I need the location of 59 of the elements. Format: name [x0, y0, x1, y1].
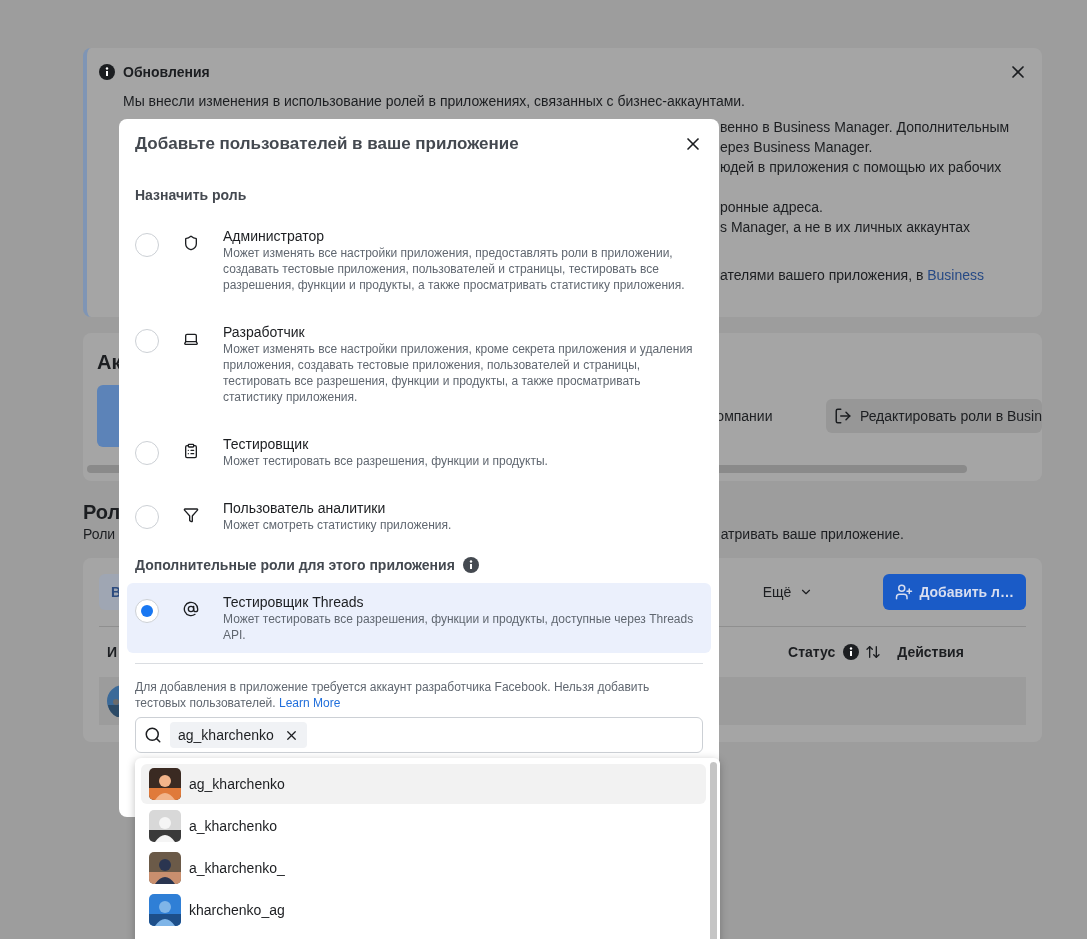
suggestion-item[interactable]: a_kharchenko_ — [141, 848, 706, 888]
section-heading: Рол — [83, 501, 121, 524]
role-description: Может тестировать все разрешения, функции и продукты. — [223, 453, 549, 469]
column-header[interactable]: Статус — [788, 644, 836, 660]
suggestion-item[interactable]: ag_kharchenko — [141, 764, 706, 804]
note-text: Для добавления в приложение требуется аккаунт разработчика Facebook. Нельзя добавить тестовых пользователей. Learn More — [135, 679, 651, 711]
role-title: Разработчик — [223, 323, 306, 341]
radio-button[interactable] — [135, 505, 159, 529]
role-title: Администратор — [223, 227, 325, 245]
info-icon — [462, 557, 479, 573]
roles-description: атривать ваше приложение. — [720, 526, 904, 542]
dialog-title: Добавьте пользователей в ваше приложение — [135, 134, 519, 154]
filter-icon — [183, 507, 199, 523]
role-description: Может смотреть статистику приложения. — [223, 517, 453, 533]
roles-description: Роли — [83, 526, 116, 542]
edit-roles-button[interactable]: Редактировать роли в Busin — [825, 399, 1042, 433]
update-text: юдей в приложения с помощью их рабочих — [720, 158, 1003, 177]
business-link[interactable]: Business — [927, 267, 985, 283]
update-text: ерез Business Manager. — [720, 138, 874, 157]
role-description: Может тестировать все разрешения, функции и продукты, доступные через Threads API. — [223, 611, 695, 643]
update-text: ронные адреса. — [720, 198, 824, 217]
user-chip: ag_kharchenko — [170, 722, 307, 748]
add-user-icon — [895, 583, 914, 601]
role-option[interactable]: Пользователь аналитики Может смотреть статистику приложения. — [127, 489, 711, 543]
info-icon — [99, 64, 115, 80]
role-title: Тестировщик Threads — [223, 593, 365, 611]
exit-icon — [833, 407, 852, 425]
clipboard-icon — [183, 443, 199, 459]
radio-button[interactable] — [135, 233, 159, 257]
suggestion-item[interactable]: a_kharchenko — [141, 806, 706, 846]
learn-more-link[interactable]: Learn More — [278, 696, 341, 710]
role-option[interactable]: Тестировщик Threads Может тестировать все разрешения, функции и продукты, доступные через Threads API. — [127, 583, 711, 653]
update-text: s Manager, а не в их личных аккаунтах — [720, 218, 971, 237]
role-title: Тестировщик — [223, 435, 310, 453]
info-icon — [843, 644, 860, 660]
update-text: ателями вашего приложения, в Business — [720, 266, 986, 285]
suggestion-item[interactable]: kharchenko_ag — [141, 890, 706, 930]
laptop-icon — [183, 331, 199, 347]
radio-button[interactable] — [135, 599, 159, 623]
card-title: Обновления — [123, 64, 211, 80]
sort-icon[interactable] — [865, 644, 882, 660]
add-button[interactable]: Добавить л… — [883, 574, 1026, 610]
role-description: Может изменять все настройки приложения, предоставлять роли в приложении, создавать тестовые приложения, пользователей и страницы, тестировать все разрешения, функции и продукты, а также просматривать статистику приложения. — [223, 245, 686, 293]
radio-button[interactable] — [135, 329, 159, 353]
section-title: Назначить роль — [135, 187, 247, 203]
search-field[interactable]: ag_kharchenko — [135, 717, 703, 753]
column-header: И — [107, 644, 118, 660]
role-title: Пользователь аналитики — [223, 499, 387, 517]
update-text: Мы внесли изменения в использование ролей в приложениях, связанных с бизнес-аккаунтами. — [122, 92, 746, 111]
column-header: Действия — [897, 644, 964, 660]
shield-icon — [183, 235, 199, 251]
section-title: Дополнительные роли для этого приложения — [135, 557, 455, 573]
role-option[interactable]: Тестировщик Может тестировать все разрешения, функции и продукты. — [127, 425, 711, 479]
at-sign-icon — [183, 601, 199, 617]
search-icon — [144, 726, 162, 744]
radio-button[interactable] — [135, 441, 159, 465]
more-dropdown[interactable]: Ещё — [756, 583, 820, 601]
role-description: Может изменять все настройки приложения, кроме секрета приложения и удаления приложения, создавать тестовые приложения, пользователей и страницы, тестировать все разрешения, функции и продукты, а также просматривать статистику приложения. — [223, 341, 694, 405]
update-text: венно в Business Manager. Дополнительным — [720, 118, 1011, 137]
